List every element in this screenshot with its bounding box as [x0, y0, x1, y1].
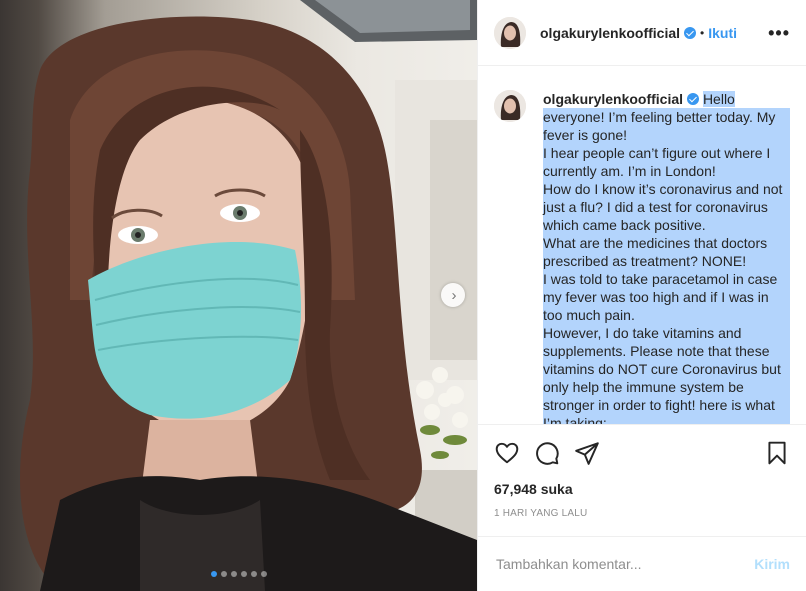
caption-line: I was told to take paracetamol in case	[543, 270, 790, 288]
caption-line: I’m taking:	[543, 414, 790, 424]
caption-line: What are the medicines that doctors	[543, 234, 790, 252]
caption-line: How do I know it’s coronavirus and not	[543, 180, 790, 198]
caption-line: too much pain.	[543, 306, 790, 324]
like-button[interactable]	[494, 440, 520, 466]
post-side-panel: olgakurylenkoofficial • Ikuti ••• olgaku…	[477, 0, 806, 591]
save-button[interactable]	[764, 440, 790, 466]
caption-line: just a flu? I did a test for coronavirus	[543, 198, 790, 216]
carousel-dot	[230, 571, 237, 577]
verified-badge-icon	[684, 26, 697, 39]
caption-line: prescribed as treatment? NONE!	[543, 252, 790, 270]
carousel-dot	[250, 571, 257, 577]
instagram-post: › olgakurylenkoofficial • Ikuti ••• olga…	[0, 0, 806, 591]
carousel-indicator	[0, 571, 477, 577]
carousel-dot	[260, 571, 267, 577]
carousel-dot	[240, 571, 247, 577]
caption-line: However, I do take vitamins and	[543, 324, 790, 342]
caption-line: I hear people can’t figure out where I	[543, 144, 790, 162]
comment-button[interactable]	[534, 440, 560, 466]
caption-text: Hello everyone! I’m feeling better today.…	[543, 91, 790, 424]
caption-avatar[interactable]	[494, 90, 526, 122]
add-comment-form: Kirim	[478, 536, 806, 591]
post-photo[interactable]: ›	[0, 0, 477, 591]
caption-line: fever is gone!	[543, 126, 790, 144]
likes-count[interactable]: 67,948 suka	[478, 480, 806, 500]
carousel-dot	[220, 571, 227, 577]
bookmark-icon	[768, 441, 786, 464]
caption-username[interactable]: olgakurylenkoofficial	[543, 91, 683, 107]
post-caption: olgakurylenkoofficial Hello everyone! I’m…	[543, 90, 790, 424]
heart-icon	[495, 442, 519, 463]
comment-icon	[536, 441, 559, 465]
avatar[interactable]	[494, 16, 526, 49]
caption-line: my fever was too high and if I was in	[543, 288, 790, 306]
verified-badge-icon	[687, 93, 700, 105]
avatar-image	[494, 16, 526, 49]
share-button[interactable]	[574, 440, 600, 466]
photo-illustration	[20, 0, 477, 591]
more-options-icon[interactable]: •••	[768, 24, 790, 42]
comments-area: olgakurylenkoofficial Hello everyone! I’m…	[478, 66, 806, 424]
post-timestamp[interactable]: 1 HARI YANG LALU	[478, 500, 806, 530]
separator-dot: •	[700, 25, 705, 40]
follow-button[interactable]: Ikuti	[708, 25, 737, 41]
caption-line: currently am. I’m in London!	[543, 162, 790, 180]
post-header: olgakurylenkoofficial • Ikuti •••	[478, 0, 806, 66]
caption-line: only help the immune system be	[543, 378, 790, 396]
caption-line: Hello	[702, 91, 735, 107]
caption-line: which came back positive.	[543, 216, 790, 234]
avatar-image	[494, 90, 526, 122]
action-bar	[478, 424, 806, 480]
caption-line: stronger in order to fight! here is what	[543, 396, 790, 414]
caption-line: vitamins do NOT cure Coronavirus but	[543, 360, 790, 378]
caption-line: supplements. Please note that these	[543, 342, 790, 360]
chevron-right-icon: ›	[451, 286, 457, 304]
username-link[interactable]: olgakurylenkoofficial	[540, 25, 680, 41]
carousel-dot	[210, 571, 217, 577]
carousel-next-button[interactable]: ›	[441, 283, 465, 307]
share-icon	[575, 441, 599, 465]
post-comment-button[interactable]: Kirim	[754, 556, 790, 572]
comment-input[interactable]	[494, 555, 755, 573]
caption-line: everyone! I’m feeling better today. My	[543, 108, 790, 126]
